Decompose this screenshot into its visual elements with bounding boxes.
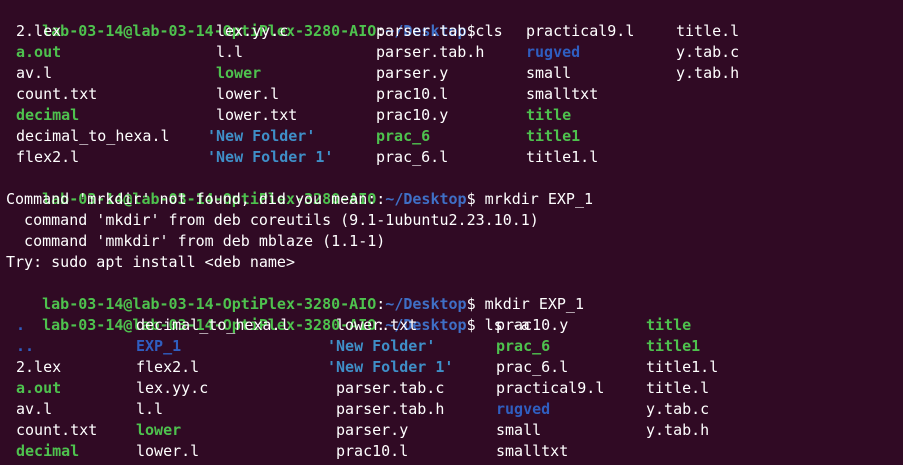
file-entry: prac_6 — [496, 337, 551, 355]
file-entry: 2.lex — [16, 358, 62, 376]
file-entry: title.l — [646, 379, 710, 397]
file-entry: 'New Folder' — [327, 337, 436, 355]
file-entry: title1 — [646, 337, 701, 355]
file-entry: small — [496, 421, 542, 439]
error-suggestion: command 'mmkdir' from deb mblaze (1.1-1) — [6, 232, 386, 250]
file-entry: lower.txt — [216, 106, 298, 124]
prompt-line: lab-03-14@lab-03-14-OptiPlex-3280-AIO:~/… — [6, 168, 593, 208]
file-entry: title — [526, 106, 572, 124]
file-entry: 'New Folder' — [207, 127, 316, 145]
file-entry: prac10.l — [336, 442, 409, 460]
file-entry: 'New Folder 1' — [327, 358, 454, 376]
file-entry: lower — [136, 421, 182, 439]
file-entry: . — [16, 316, 26, 334]
file-entry: parser.y — [376, 64, 449, 82]
file-entry: lower.txt — [336, 316, 418, 334]
file-entry: practical9.l — [526, 22, 635, 40]
prompt-symbol: $ — [466, 190, 476, 208]
file-entry: title.l — [676, 22, 740, 40]
file-entry: parser.tab.c — [336, 379, 445, 397]
command-text: mrkdir EXP_1 — [484, 190, 594, 208]
file-entry: 'New Folder 1' — [207, 148, 334, 166]
file-entry: count.txt — [16, 421, 98, 439]
file-entry: decimal_to_hexa.l — [136, 316, 290, 334]
file-entry: parser.tab.h — [376, 43, 485, 61]
file-entry: small — [526, 64, 572, 82]
file-entry: rugved — [526, 43, 581, 61]
file-entry: smalltxt — [526, 85, 599, 103]
prompt-line: lab-03-14@lab-03-14-OptiPlex-3280-AIO:~/… — [6, 273, 584, 313]
file-entry: y.tab.c — [646, 400, 710, 418]
error-message: Command 'mrkdir' not found, did you mean… — [6, 190, 377, 208]
file-entry: l.l — [136, 400, 164, 418]
file-entry: prac_6.l — [496, 358, 569, 376]
file-entry: parser.y — [336, 421, 409, 439]
file-entry: title1 — [526, 127, 581, 145]
prompt-symbol: $ — [466, 316, 476, 334]
file-entry: prac10.l — [376, 85, 449, 103]
file-entry: prac10.y — [376, 106, 449, 124]
file-entry: y.tab.h — [676, 64, 740, 82]
file-entry: prac10.y — [496, 316, 569, 334]
file-entry: practical9.l — [496, 379, 605, 397]
file-entry: parser.tab.h — [336, 400, 445, 418]
file-entry: rugved — [496, 400, 551, 418]
error-suggestion: command 'mkdir' from deb coreutils (9.1-… — [6, 211, 539, 229]
prompt-line: lab-03-14@lab-03-14-OptiPlex-3280-AIO:~/… — [6, 0, 503, 40]
file-entry: decimal — [16, 106, 80, 124]
file-entry: parser.tab.c — [376, 22, 485, 40]
file-entry: av.l — [16, 64, 53, 82]
file-entry: lex.yy.c — [136, 379, 209, 397]
file-entry: .. — [16, 337, 35, 355]
file-entry: flex2.l — [136, 358, 200, 376]
file-entry: a.out — [16, 379, 62, 397]
error-hint: Try: sudo apt install <deb name> — [6, 253, 295, 271]
terminal-window[interactable]: lab-03-14@lab-03-14-OptiPlex-3280-AIO:~/… — [0, 0, 903, 465]
file-entry: decimal_to_hexa.l — [16, 127, 170, 145]
file-entry: lower.l — [216, 85, 280, 103]
file-entry: lower.l — [136, 442, 200, 460]
file-entry: y.tab.c — [676, 43, 740, 61]
file-entry: title1.l — [526, 148, 599, 166]
file-entry: EXP_1 — [136, 337, 182, 355]
file-entry: flex2.l — [16, 148, 80, 166]
file-entry: prac_6 — [376, 127, 431, 145]
file-entry: y.tab.h — [646, 421, 710, 439]
command-text: ls — [484, 22, 503, 40]
file-entry: title1.l — [646, 358, 719, 376]
prompt-colon: : — [376, 190, 386, 208]
file-entry: lower — [216, 64, 262, 82]
prompt-path: ~/Desktop — [385, 190, 467, 208]
file-entry: l.l — [216, 43, 244, 61]
file-entry: 2.lex — [16, 22, 62, 40]
prompt-line: lab-03-14@lab-03-14-OptiPlex-3280-AIO:~/… — [6, 294, 530, 334]
file-entry: a.out — [16, 43, 62, 61]
file-entry: decimal — [16, 442, 80, 460]
file-entry: title — [646, 316, 692, 334]
file-entry: av.l — [16, 400, 53, 418]
file-entry: smalltxt — [496, 442, 569, 460]
file-entry: count.txt — [16, 85, 98, 103]
prompt-user: lab-03-14@lab-03-14-OptiPlex-3280-AIO — [42, 22, 377, 40]
file-entry: lex.yy.c — [216, 22, 289, 40]
file-entry: prac_6.l — [376, 148, 449, 166]
